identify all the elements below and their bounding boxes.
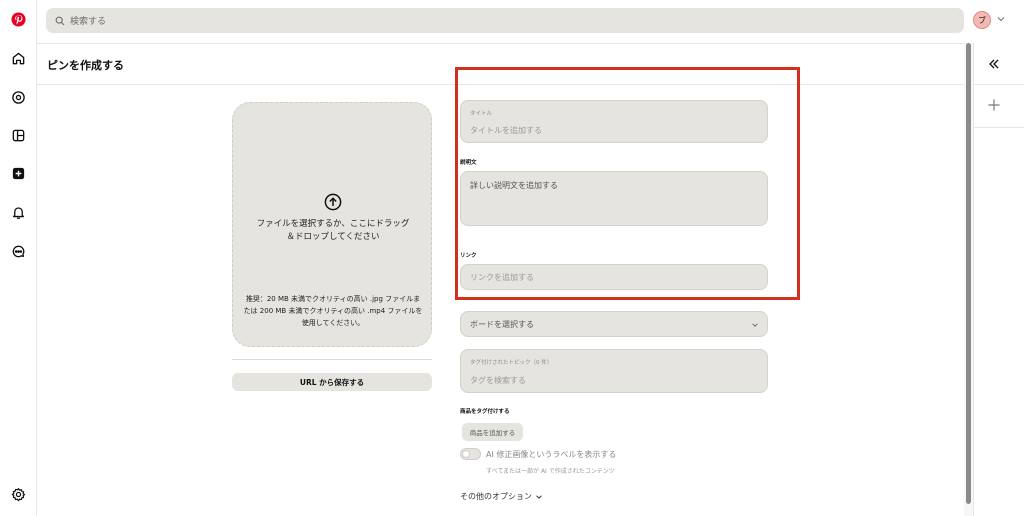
ai-label-toggle[interactable] xyxy=(460,448,481,460)
right-rail-divider xyxy=(973,84,1024,85)
ai-toggle-description: すべてまたは一部が AI で作成されたコンテンツ xyxy=(486,468,615,475)
chevron-down-icon xyxy=(536,494,542,499)
board-select[interactable]: ボードを選択する xyxy=(460,311,768,337)
upload-instructions: ファイルを選択するか、ここにドラッグ＆ドロップしてください xyxy=(256,219,410,242)
products-label: 商品をタグ付けする xyxy=(460,409,510,415)
tags-label: タグ付けされたトピック（0 件） xyxy=(470,360,553,366)
notifications-icon[interactable] xyxy=(11,205,26,220)
ai-toggle-label: AI 修正画像というラベルを表示する xyxy=(486,450,617,459)
tags-placeholder: タグを検索する xyxy=(470,376,526,385)
scrollbar-thumb[interactable] xyxy=(966,43,971,504)
settings-icon[interactable] xyxy=(11,487,26,502)
chevron-down-icon xyxy=(752,323,758,327)
messages-icon[interactable] xyxy=(11,244,26,259)
more-options-button[interactable]: その他のオプション xyxy=(460,491,543,502)
pinterest-logo-icon[interactable] xyxy=(11,12,26,27)
right-panel-rail xyxy=(973,43,1024,516)
header-divider xyxy=(37,43,973,44)
dashboard-icon[interactable] xyxy=(11,128,26,143)
add-icon[interactable] xyxy=(987,98,1001,112)
avatar[interactable]: ブ xyxy=(973,11,991,29)
upload-divider xyxy=(232,359,432,360)
avatar-initial: ブ xyxy=(978,15,986,25)
collapse-icon[interactable] xyxy=(987,57,1001,71)
page-title: ピンを作成する xyxy=(47,59,124,72)
upload-arrow-icon xyxy=(324,193,342,211)
home-icon[interactable] xyxy=(11,51,26,66)
right-rail-divider xyxy=(973,127,1024,128)
explore-icon[interactable] xyxy=(11,90,26,105)
create-icon[interactable] xyxy=(11,166,26,181)
search-placeholder: 検索する xyxy=(70,17,107,27)
search-icon xyxy=(55,16,65,25)
tags-field[interactable]: タグ付けされたトピック（0 件） タグを検索する xyxy=(460,349,768,393)
chevron-down-icon[interactable] xyxy=(996,14,1006,24)
annotation-highlight-box xyxy=(455,67,800,300)
more-options-label: その他のオプション xyxy=(460,492,532,501)
toggle-knob xyxy=(462,450,470,458)
add-product-button[interactable]: 商品を追加する xyxy=(462,423,523,441)
board-placeholder: ボードを選択する xyxy=(470,320,534,329)
upload-recommendation: 推奨：20 MB 未満でクオリティの高い .jpg ファイルまたは 200 MB… xyxy=(243,295,423,327)
search-bar[interactable]: 検索する xyxy=(46,8,964,33)
left-nav-rail xyxy=(0,0,37,516)
upload-dropzone[interactable]: ファイルを選択するか、ここにドラッグ＆ドロップしてください 推奨：20 MB 未… xyxy=(232,102,432,347)
save-from-url-button[interactable]: URL から保存する xyxy=(232,373,432,391)
